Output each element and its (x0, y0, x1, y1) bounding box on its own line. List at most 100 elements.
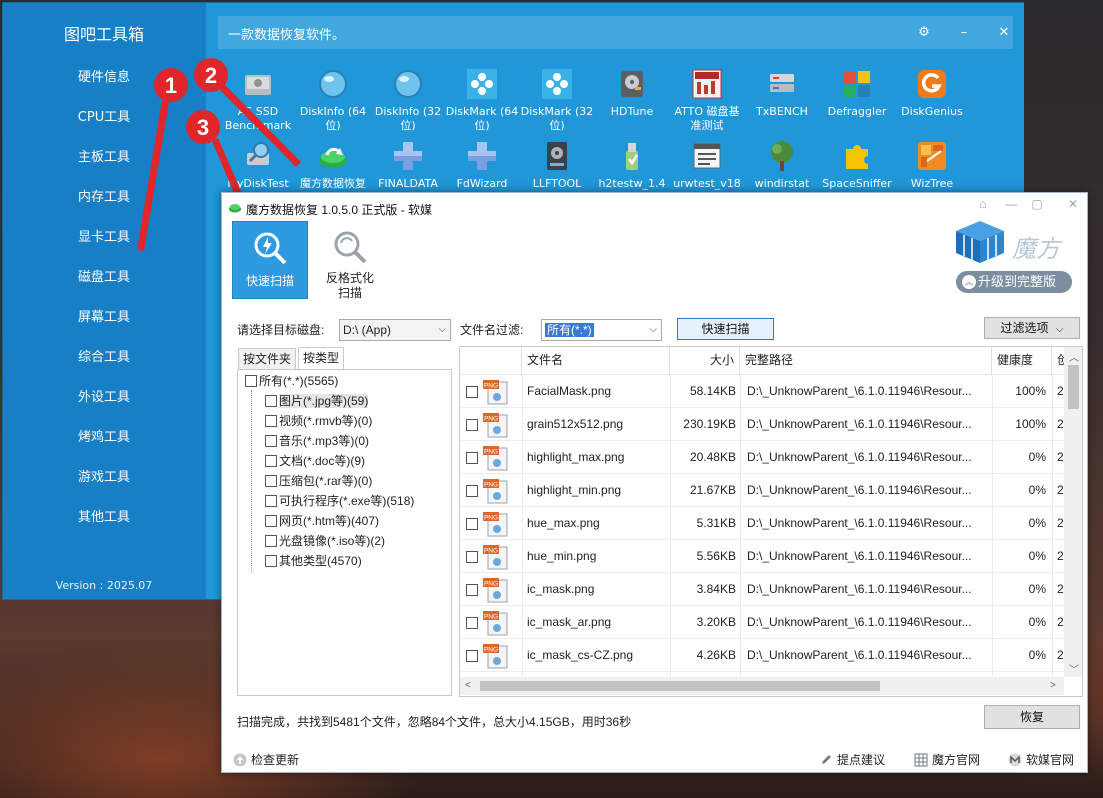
tool-defraggler[interactable]: Defraggler (819, 67, 895, 119)
tool-h2testw[interactable]: h2testw_1.4 (594, 139, 670, 191)
tool-diskgenius[interactable]: DiskGenius (894, 67, 970, 119)
tool-atto[interactable]: ATTO 磁盘基准测试 (669, 67, 745, 133)
checkbox[interactable] (265, 435, 277, 447)
checkbox[interactable] (265, 555, 277, 567)
sidebar-item-cpu-tools[interactable]: CPU工具 (3, 98, 205, 138)
tool-diskinfo-64[interactable]: DiskInfo (64位) (295, 67, 371, 133)
checkbox[interactable] (466, 617, 478, 629)
checkbox[interactable] (265, 455, 277, 467)
sidebar-item-peripheral-tools[interactable]: 外设工具 (3, 378, 205, 418)
scroll-left-icon[interactable]: < (465, 680, 471, 691)
checkbox[interactable] (466, 485, 478, 497)
column-header-filename[interactable]: 文件名 (522, 347, 670, 375)
tree-item-executables[interactable]: 可执行程序(*.exe等)(518) (265, 492, 414, 510)
filename-filter-select[interactable]: 所有(*.*) ⌵ (541, 319, 662, 341)
sidebar-item-screen-tools[interactable]: 屏幕工具 (3, 298, 205, 338)
tool-wiztree[interactable]: WizTree (894, 139, 970, 191)
scroll-up-icon[interactable]: ︿ (1069, 349, 1079, 364)
tool-fdwizard[interactable]: FdWizard (444, 139, 520, 191)
horizontal-scrollbar[interactable]: < > (460, 677, 1064, 695)
checkbox[interactable] (245, 375, 257, 387)
sidebar-item-stress-tools[interactable]: 烤鸡工具 (3, 418, 205, 458)
column-header-size[interactable]: 大小 (670, 347, 740, 375)
official-site-link[interactable]: 魔方官网 (914, 751, 980, 768)
vertical-scrollbar[interactable]: ︿ ﹀ (1064, 347, 1082, 677)
tree-item-images[interactable]: 图片(*.jpg等)(59) (265, 392, 369, 410)
file-row[interactable]: PNG hue_min.png 5.56KB D:\_UnknowParent_\6.… (460, 540, 1064, 573)
home-icon[interactable]: ⌂ (974, 197, 992, 213)
unformat-scan-tab[interactable]: 反格式化 扫描 (312, 221, 388, 301)
checkbox[interactable] (265, 535, 277, 547)
tool-diskinfo-32[interactable]: DiskInfo (32位) (370, 67, 446, 133)
sidebar-item-game-tools[interactable]: 游戏工具 (3, 458, 205, 498)
tool-windirstat[interactable]: windirstat (744, 139, 820, 191)
filter-options-button[interactable]: 过滤选项 ⌵ (984, 317, 1080, 339)
sidebar-item-motherboard-tools[interactable]: 主板工具 (3, 138, 205, 178)
recover-button[interactable]: 恢复 (984, 705, 1080, 729)
tool-diskmark-32[interactable]: DiskMark (32位) (519, 67, 595, 133)
sidebar-item-memory-tools[interactable]: 内存工具 (3, 178, 205, 218)
scroll-down-icon[interactable]: ﹀ (1069, 661, 1079, 676)
tool-finaldata[interactable]: FINALDATA (370, 139, 446, 191)
tab-by-type[interactable]: 按类型 (298, 347, 345, 370)
file-row[interactable]: PNG highlight_min.png 21.67KB D:\_UnknowPar… (460, 474, 1064, 507)
tool-txbench[interactable]: TxBENCH (744, 67, 820, 119)
tool-spacesniffer[interactable]: SpaceSniffer (819, 139, 895, 191)
sidebar-item-disk-tools[interactable]: 磁盘工具 (3, 258, 205, 298)
tree-item-disc-images[interactable]: 光盘镜像(*.iso等)(2) (265, 532, 385, 550)
file-row[interactable]: PNG hue_max.png 5.31KB D:\_UnknowParent_\6.… (460, 507, 1064, 540)
column-header-path[interactable]: 完整路径 (740, 347, 992, 375)
checkbox[interactable] (466, 650, 478, 662)
tool-urwtest[interactable]: urwtest_v18 (669, 139, 745, 191)
tab-by-folder[interactable]: 按文件夹 (238, 348, 297, 370)
feedback-link[interactable]: 提点建议 (819, 751, 885, 768)
file-row[interactable]: PNG FacialMask.png 58.14KB D:\_UnknowParent… (460, 375, 1064, 408)
tree-item-music[interactable]: 音乐(*.mp3等)(0) (265, 432, 369, 450)
file-row[interactable]: PNG highlight_max.png 20.48KB D:\_UnknowPar… (460, 441, 1064, 474)
tool-as-ssd-benchmark[interactable]: AS SSD Bench mark (220, 67, 296, 133)
checkbox[interactable] (265, 395, 277, 407)
close-button[interactable]: ✕ (994, 23, 1014, 43)
checkbox[interactable] (466, 452, 478, 464)
settings-icon[interactable]: ⚙ (914, 23, 934, 43)
checkbox[interactable] (265, 475, 277, 487)
sidebar-item-hardware-info[interactable]: 硬件信息 (3, 58, 205, 98)
file-row[interactable]: PNG ic_mask_cs-CZ.png 4.26KB D:\_UnknowPare… (460, 639, 1064, 672)
sidebar-item-other-tools[interactable]: 其他工具 (3, 498, 205, 538)
tree-item-webpages[interactable]: 网页(*.htm等)(407) (265, 512, 379, 530)
quick-scan-button[interactable]: 快速扫描 (677, 318, 774, 340)
column-header-health[interactable]: 健康度 (992, 347, 1052, 375)
checkbox[interactable] (265, 415, 277, 427)
quick-scan-tab[interactable]: 快速扫描 (232, 221, 308, 299)
file-row[interactable]: PNG grain512x512.png 230.19KB D:\_UnknowPar… (460, 408, 1064, 441)
target-disk-select[interactable]: D:\ (App) ⌵ (339, 319, 451, 341)
scroll-right-icon[interactable]: > (1050, 680, 1056, 691)
tree-item-videos[interactable]: 视频(*.rmvb等)(0) (265, 412, 372, 430)
scroll-thumb[interactable] (480, 681, 880, 691)
close-button[interactable]: ✕ (1064, 197, 1082, 213)
minimize-button[interactable]: – (954, 23, 974, 43)
tree-item-other-types[interactable]: 其他类型(4570) (265, 552, 362, 570)
sidebar-item-gpu-tools[interactable]: 显卡工具 (3, 218, 205, 258)
ruanmei-site-link[interactable]: 软媒官网 (1008, 751, 1074, 768)
maximize-button[interactable]: ▢ (1028, 197, 1046, 213)
upgrade-button[interactable]: ︽ 升级到完整版 (956, 271, 1072, 293)
tree-item-documents[interactable]: 文档(*.doc等)(9) (265, 452, 365, 470)
tree-item-archives[interactable]: 压缩包(*.rar等)(0) (265, 472, 372, 490)
column-header-select[interactable] (460, 347, 522, 375)
checkbox[interactable] (466, 419, 478, 431)
tool-diskmark-64[interactable]: DiskMark (64位) (444, 67, 520, 133)
file-row[interactable]: PNG ic_mask.png 3.84KB D:\_UnknowParent_\6.… (460, 573, 1064, 606)
minimize-button[interactable]: — (1002, 197, 1020, 213)
tool-mydisktest[interactable]: MyDiskTest (220, 139, 296, 191)
tool-mofang-recovery[interactable]: 魔方数据恢复 (295, 139, 371, 191)
tool-llftool[interactable]: LLFTOOL (519, 139, 595, 191)
scroll-thumb[interactable] (1068, 365, 1079, 409)
tool-hdtune[interactable]: HDTune (594, 67, 670, 119)
sidebar-item-general-tools[interactable]: 综合工具 (3, 338, 205, 378)
checkbox[interactable] (265, 515, 277, 527)
checkbox[interactable] (466, 518, 478, 530)
checkbox[interactable] (466, 551, 478, 563)
check-update-link[interactable]: 检查更新 (233, 751, 299, 768)
checkbox[interactable] (466, 386, 478, 398)
